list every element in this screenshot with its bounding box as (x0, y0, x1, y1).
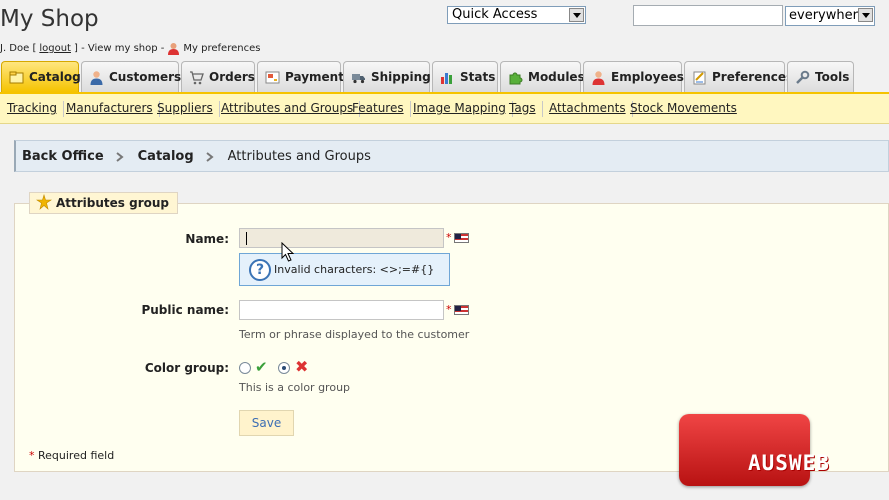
chevron-right-icon (206, 151, 214, 162)
tab-orders[interactable]: Orders (181, 61, 255, 92)
tab-label: Stats (460, 70, 496, 84)
star-icon (36, 193, 52, 213)
us-flag-icon[interactable] (454, 233, 469, 243)
chevron-right-icon (116, 151, 124, 162)
breadcrumb-current: Attributes and Groups (227, 148, 371, 164)
breadcrumb-back-office[interactable]: Back Office (22, 149, 104, 164)
required-star: * (29, 449, 35, 462)
tab-label: Payment (285, 70, 344, 84)
puzzle-icon (508, 70, 523, 85)
quick-access-label: Quick Access (452, 7, 538, 22)
tab-employees[interactable]: Employees (583, 61, 684, 92)
main-tabs: Catalog Customers Orders Payment Shippin… (0, 61, 889, 92)
subnav-image-mapping[interactable]: Image Mapping (413, 101, 513, 117)
check-icon: ✔ (255, 358, 268, 376)
tab-tools[interactable]: Tools (787, 61, 854, 92)
tab-customers[interactable]: Customers (81, 61, 182, 92)
subnav-attributes-and-groups[interactable]: Attributes and Groups (221, 101, 361, 117)
text-caret (246, 232, 247, 245)
tab-label: Customers (109, 70, 182, 84)
name-input[interactable] (239, 228, 444, 248)
tab-label: Catalog (29, 70, 81, 84)
bar-chart-icon (440, 70, 455, 85)
mouse-pointer-icon (281, 241, 295, 266)
required-star: * (446, 303, 452, 316)
chevron-down-icon[interactable] (858, 8, 873, 22)
tab-label: Modules (528, 70, 585, 84)
tab-label: Preferences (712, 70, 794, 84)
color-group-help: This is a color group (239, 381, 351, 394)
public-name-help: Term or phrase displayed to the customer (239, 328, 470, 341)
truck-icon (351, 70, 366, 85)
cross-icon: ✖ (295, 357, 309, 376)
invalid-characters-text: Invalid characters: <>;=#{} (274, 263, 435, 276)
tab-label: Employees (611, 70, 684, 84)
save-button[interactable]: Save (239, 410, 294, 436)
tab-modules[interactable]: Modules (500, 61, 585, 92)
tab-label: Shipping (371, 70, 431, 84)
help-icon: ? (249, 258, 271, 281)
public-name-label: Public name: (141, 303, 229, 317)
color-group-no-radio[interactable] (278, 362, 290, 374)
user-line: J. Doe [ logout ] - View my shop - My pr… (0, 42, 260, 55)
customers-icon (89, 70, 104, 85)
required-field-note: * Required field (29, 449, 114, 462)
subnav-tags[interactable]: Tags (509, 101, 543, 117)
form-legend-title: Attributes group (56, 196, 170, 210)
subnav-stock-movements[interactable]: Stock Movements (630, 101, 743, 117)
payment-icon (265, 70, 280, 85)
tab-payment[interactable]: Payment (257, 61, 344, 92)
breadcrumb: Back Office Catalog Attributes and Group… (14, 140, 889, 172)
breadcrumb-catalog[interactable]: Catalog (138, 149, 194, 164)
form-legend: Attributes group (29, 192, 179, 214)
subnav-attachments[interactable]: Attachments (549, 101, 633, 117)
tab-stats[interactable]: Stats (432, 61, 498, 92)
required-field-text: Required field (38, 449, 115, 462)
subnav-features[interactable]: Features (352, 101, 411, 117)
user-name: J. Doe [ (0, 43, 37, 54)
color-group-label: Color group: (144, 361, 229, 375)
required-star: * (446, 231, 452, 244)
tab-label: Tools (815, 70, 850, 84)
catalog-icon (9, 70, 24, 85)
catalog-subnav: Tracking Manufacturers Suppliers Attribu… (0, 92, 889, 124)
search-scope-value: everywhere (789, 8, 866, 23)
view-shop-link[interactable]: ] - View my shop - (74, 43, 164, 54)
user-icon (167, 42, 180, 55)
preferences-icon (692, 70, 707, 85)
logout-link[interactable]: logout (39, 43, 71, 54)
page: My Shop J. Doe [ logout ] - View my shop… (0, 0, 889, 500)
employee-icon (591, 70, 606, 85)
ausweb-logo-text: AUSWEB (748, 451, 830, 475)
us-flag-icon[interactable] (454, 305, 469, 315)
ausweb-logo (679, 414, 810, 486)
name-label: Name: (185, 232, 229, 246)
tab-label: Orders (209, 70, 255, 84)
shop-title: My Shop (0, 6, 99, 32)
tab-shipping[interactable]: Shipping (343, 61, 431, 92)
wrench-icon (795, 70, 810, 85)
chevron-down-icon[interactable] (569, 8, 584, 22)
subnav-manufacturers[interactable]: Manufacturers (66, 101, 160, 117)
search-scope-select[interactable]: everywhere (785, 6, 875, 26)
invalid-characters-hint: ? Invalid characters: <>;=#{} (239, 253, 450, 286)
subnav-tracking[interactable]: Tracking (7, 101, 64, 117)
tab-catalog[interactable]: Catalog (1, 61, 81, 92)
cart-icon (189, 70, 204, 85)
search-input[interactable] (633, 5, 783, 26)
tab-preferences[interactable]: Preferences (684, 61, 793, 92)
public-name-input[interactable] (239, 300, 444, 320)
subnav-suppliers[interactable]: Suppliers (157, 101, 220, 117)
color-group-yes-radio[interactable] (239, 362, 251, 374)
quick-access-select[interactable]: Quick Access (447, 6, 586, 24)
my-preferences-link[interactable]: My preferences (183, 43, 260, 54)
